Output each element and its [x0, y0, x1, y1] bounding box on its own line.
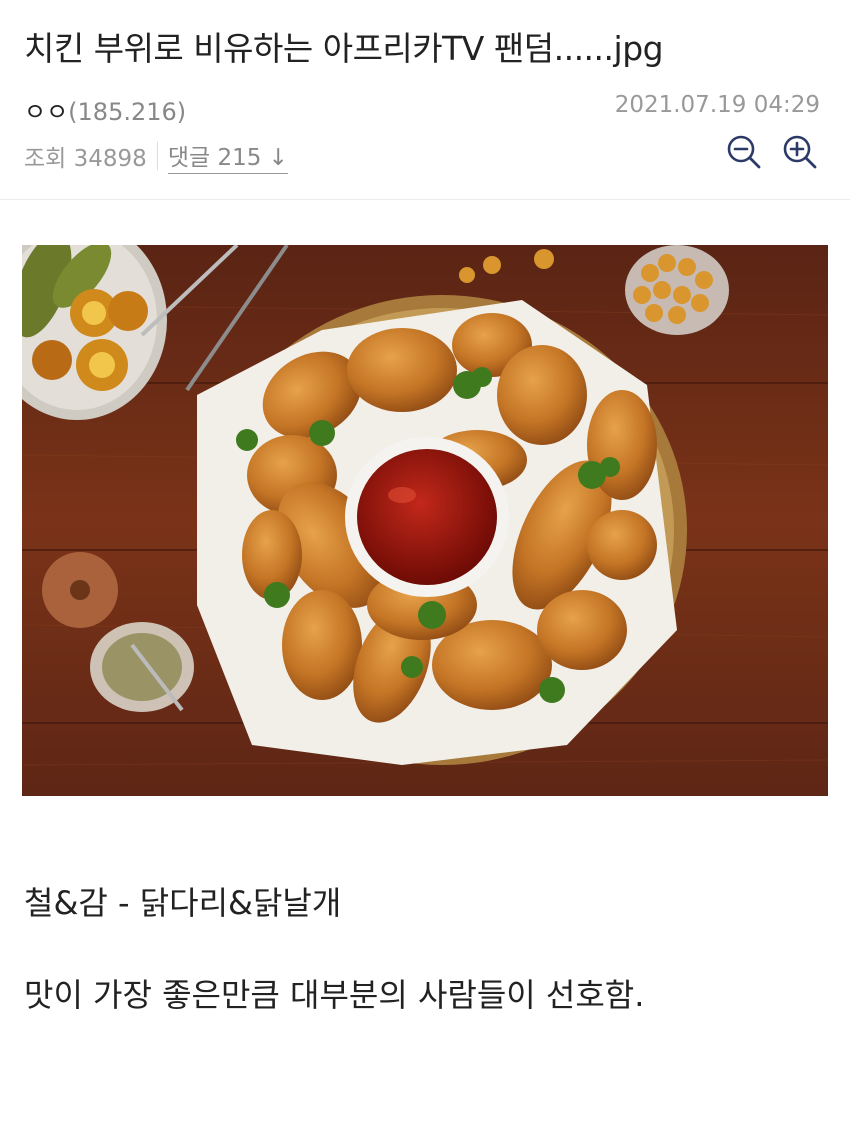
author-name: ㅇㅇ	[24, 98, 69, 126]
author-info: ㅇㅇ(185.216)	[24, 92, 186, 127]
zoom-out-icon[interactable]	[724, 132, 764, 172]
fried-chicken-photo	[22, 245, 828, 796]
comment-count-link[interactable]: 댓글 215 ↓	[167, 138, 288, 174]
divider	[156, 142, 158, 170]
author-ip: (185.216)	[68, 98, 187, 126]
view-count: 조회 34898	[24, 146, 147, 172]
zoom-in-icon[interactable]	[780, 132, 820, 172]
body-text-line2: 맛이 가장 좋은만큼 대부분의 사람들이 선호함.	[24, 976, 645, 1014]
post-stats: 조회 34898 댓글 215 ↓	[24, 138, 288, 174]
post-datetime: 2021.07.19 04:29	[614, 92, 820, 118]
post-title: 치킨 부위로 비유하는 아프리카TV 팬덤......jpg	[24, 29, 664, 68]
arrow-down-icon: ↓	[268, 145, 288, 171]
comment-count-label: 댓글 215	[167, 145, 262, 171]
body-text-line1: 철&감 - 닭다리&닭날개	[24, 884, 342, 922]
post-header: 치킨 부위로 비유하는 아프리카TV 팬덤......jpg ㅇㅇ(185.21…	[0, 0, 850, 200]
